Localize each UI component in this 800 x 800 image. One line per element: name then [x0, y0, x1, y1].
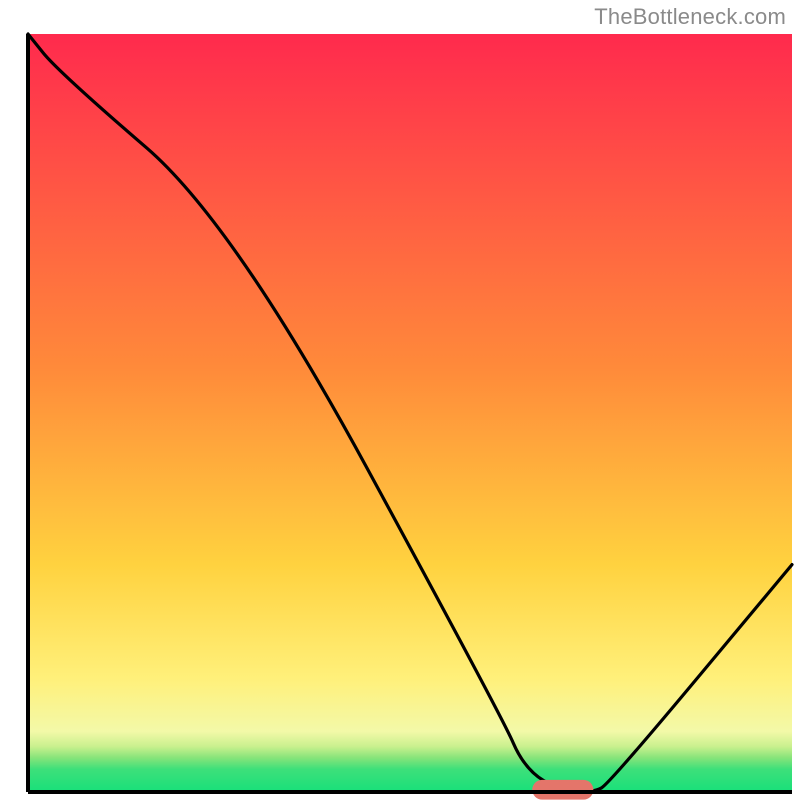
minimum-marker — [532, 780, 593, 800]
watermark-text: TheBottleneck.com — [594, 4, 786, 30]
chart-container: TheBottleneck.com — [0, 0, 800, 800]
plot-background — [28, 34, 792, 792]
bottleneck-chart — [0, 0, 800, 800]
